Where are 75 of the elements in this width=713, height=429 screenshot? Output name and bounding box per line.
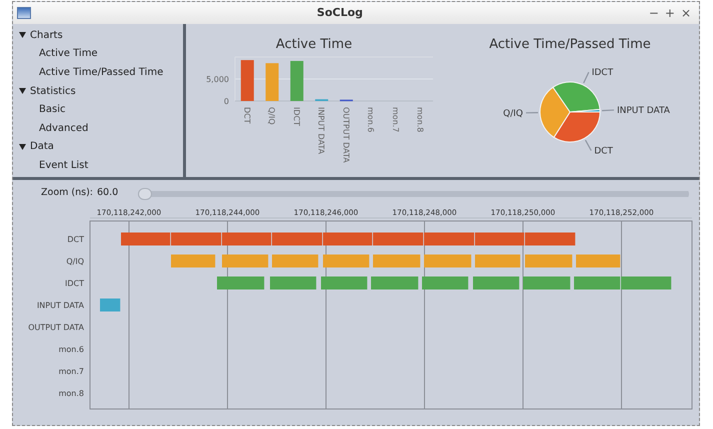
disclosure-triangle-icon[interactable]	[19, 144, 26, 150]
leader-line	[526, 112, 538, 114]
activity-bar	[525, 254, 572, 268]
activity-bar	[323, 254, 370, 268]
bar	[290, 60, 304, 101]
row-label: Q/IQ	[66, 257, 84, 266]
tree-item[interactable]: Active Time/Passed Time	[39, 64, 164, 80]
row-label: mon.8	[58, 389, 84, 398]
activity-bar	[373, 254, 420, 268]
activity-bar	[321, 276, 368, 290]
activity-bar	[576, 254, 620, 268]
activity-bar	[523, 276, 570, 290]
activity-bar	[171, 232, 222, 246]
category-label: Q/IQ	[267, 107, 276, 125]
tree-item[interactable]: Data	[30, 139, 54, 154]
row-label: mon.7	[58, 367, 84, 376]
tree-item[interactable]: Charts	[30, 28, 63, 43]
window-control-button[interactable]: +	[664, 7, 675, 19]
activity-bar	[272, 232, 322, 246]
chart-title: Active Time/Passed Time	[489, 37, 651, 52]
leader-line	[602, 109, 614, 112]
category-label: IDCT	[292, 107, 301, 126]
slice-label: IDCT	[592, 68, 614, 78]
leader-line	[584, 140, 592, 151]
category-label: OUTPUT DATA	[341, 107, 350, 163]
activity-bar	[621, 276, 672, 290]
tree-item[interactable]: Active Time	[39, 46, 98, 62]
chart-title: Active Time	[276, 37, 352, 52]
activity-bar	[424, 254, 472, 268]
activity-bar	[473, 276, 520, 290]
slice-label: INPUT DATA	[616, 106, 670, 116]
zoom-label: Zoom (ns):	[41, 186, 93, 200]
activity-bar	[475, 232, 524, 246]
slider-thumb[interactable]	[138, 188, 152, 200]
row-label: mon.6	[58, 345, 84, 354]
category-label: INPUT DATA	[316, 107, 326, 154]
row-label: INPUT DATA	[36, 301, 84, 310]
slice-label: DCT	[594, 146, 613, 157]
activity-bar	[525, 232, 576, 246]
axis-tick-label: 5,000	[206, 75, 229, 84]
activity-bar	[222, 254, 268, 268]
axis-tick-label: 0	[224, 97, 229, 106]
leader-line	[583, 72, 590, 84]
app-icon	[17, 7, 31, 19]
activity-bar	[323, 232, 372, 246]
activity-bar	[574, 276, 620, 290]
activity-bar	[422, 276, 468, 290]
row-label: DCT	[67, 235, 84, 244]
row-label: OUTPUT DATA	[28, 323, 84, 332]
window-title: SoCLog	[316, 4, 364, 21]
bar	[266, 63, 279, 101]
activity-bar	[373, 232, 424, 246]
zoom-value: 60.0	[97, 186, 118, 200]
slice-label: Q/IQ	[503, 108, 523, 119]
disclosure-triangle-icon[interactable]	[19, 88, 26, 94]
category-label: DCT	[242, 107, 252, 124]
category-label: mon.6	[366, 107, 376, 132]
activity-bar	[272, 254, 318, 268]
activity-bar	[371, 276, 418, 290]
row-label: IDCT	[65, 279, 84, 288]
zoom-slider[interactable]	[138, 188, 689, 200]
bar	[240, 60, 254, 101]
window-control-button[interactable]: ×	[680, 7, 691, 19]
activity-bar	[475, 254, 520, 268]
disclosure-triangle-icon[interactable]	[19, 32, 26, 38]
tree-item[interactable]: Statistics	[30, 84, 76, 99]
activity-bar	[424, 232, 474, 246]
category-label: mon.7	[390, 107, 400, 132]
activity-bar	[222, 232, 272, 246]
tree-item[interactable]: Advanced	[39, 120, 88, 136]
category-label: mon.8	[416, 107, 425, 132]
tree-item[interactable]: Event List	[39, 158, 88, 173]
tree-item[interactable]: Basic	[39, 102, 66, 118]
activity-bar	[270, 276, 316, 290]
window-control-button[interactable]: −	[648, 7, 659, 19]
